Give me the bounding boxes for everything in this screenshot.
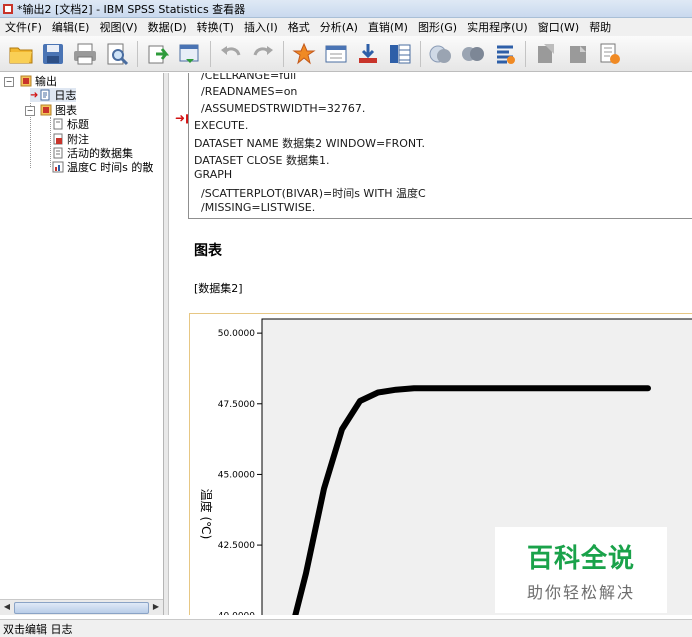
toolbar-separator bbox=[283, 40, 284, 67]
outline-item-log[interactable]: ➜ 日志 bbox=[30, 88, 77, 102]
dataset-label: [数据集2] bbox=[194, 282, 243, 295]
log-syntax-box[interactable]: /CELLRANGE=full /READNAMES=on /ASSUMEDST… bbox=[188, 73, 692, 219]
notes-icon bbox=[53, 133, 63, 145]
insert-table-icon[interactable] bbox=[385, 39, 415, 69]
y-tick-label: 47.5000 bbox=[218, 400, 255, 410]
syntax-line: /ASSUMEDSTRWIDTH=32767. bbox=[201, 102, 366, 115]
toolbar-separator bbox=[525, 40, 526, 67]
outline-item-output[interactable]: 输出 bbox=[20, 74, 57, 88]
status-text: 双击编辑 日志 bbox=[3, 622, 73, 636]
designate-window-icon[interactable] bbox=[426, 39, 456, 69]
dataset-doc-icon bbox=[53, 147, 63, 159]
menu-analyze[interactable]: 分析(A) bbox=[315, 19, 363, 35]
syntax-line: DATASET CLOSE 数据集1. bbox=[194, 154, 330, 167]
menu-graphs[interactable]: 图形(G) bbox=[413, 19, 462, 35]
menu-format[interactable]: 格式 bbox=[283, 19, 315, 35]
outline-item-active-dataset[interactable]: 活动的数据集 bbox=[52, 146, 133, 160]
outline-label-scatterplot: 温度C 时间s 的散 bbox=[67, 161, 154, 174]
syntax-line: /READNAMES=on bbox=[201, 85, 298, 98]
syntax-line: GRAPH bbox=[194, 168, 233, 181]
outline-item-scatterplot[interactable]: 温度C 时间s 的散 bbox=[52, 160, 153, 174]
status-bar: 双击编辑 日志 bbox=[0, 619, 692, 637]
output-book-icon bbox=[20, 75, 32, 87]
goto-data-icon[interactable] bbox=[289, 39, 319, 69]
variables-icon[interactable] bbox=[353, 39, 383, 69]
save-icon[interactable] bbox=[38, 39, 68, 69]
current-arrow-icon: ➜ bbox=[30, 89, 39, 101]
promote-icon[interactable] bbox=[531, 39, 561, 69]
watermark-title: 百科全说 bbox=[526, 543, 635, 574]
menu-help[interactable]: 帮助 bbox=[584, 19, 616, 35]
menu-edit[interactable]: 编辑(E) bbox=[47, 19, 95, 35]
section-title: 图表 bbox=[194, 243, 222, 259]
print-icon[interactable] bbox=[70, 39, 100, 69]
menu-transform[interactable]: 转换(T) bbox=[192, 19, 239, 35]
goto-case-icon[interactable] bbox=[321, 39, 351, 69]
toolbar-separator bbox=[137, 40, 138, 67]
redo-icon[interactable] bbox=[248, 39, 278, 69]
export-icon[interactable] bbox=[143, 39, 173, 69]
outline-horizontal-scrollbar[interactable]: ◀ ▶ bbox=[0, 599, 163, 615]
demote-icon[interactable] bbox=[563, 39, 593, 69]
menu-insert[interactable]: 插入(I) bbox=[239, 19, 283, 35]
insert-heading-icon[interactable] bbox=[595, 39, 625, 69]
y-tick-label: 50.0000 bbox=[218, 329, 255, 339]
open-folder-icon[interactable] bbox=[6, 39, 36, 69]
spss-app-icon bbox=[3, 3, 13, 14]
scrollbar-thumb[interactable] bbox=[14, 602, 149, 614]
y-axis-label: 温度 (℃) bbox=[199, 489, 214, 540]
show-hide-icon[interactable] bbox=[490, 39, 520, 69]
syntax-line: /MISSING=LISTWISE. bbox=[201, 201, 316, 214]
chart-icon bbox=[52, 161, 64, 173]
syntax-line: /SCATTERPLOT(BIVAR)=时间s WITH 温度C bbox=[201, 187, 426, 200]
menu-view[interactable]: 视图(V) bbox=[94, 19, 142, 35]
title-doc-icon bbox=[53, 118, 63, 130]
y-tick-label: 45.0000 bbox=[218, 470, 255, 480]
outline-item-notes[interactable]: 附注 bbox=[52, 132, 89, 146]
syntax-line: DATASET NAME 数据集2 WINDOW=FRONT. bbox=[194, 137, 426, 150]
menu-utilities[interactable]: 实用程序(U) bbox=[462, 19, 533, 35]
syntax-line: EXECUTE. bbox=[194, 119, 249, 132]
toolbar-separator bbox=[210, 40, 211, 67]
print-preview-icon[interactable] bbox=[102, 39, 132, 69]
chart-group-book-icon bbox=[40, 104, 52, 116]
scroll-right-arrow-icon[interactable]: ▶ bbox=[150, 601, 162, 613]
toolbar bbox=[0, 36, 692, 72]
expander-minus-icon[interactable]: − bbox=[4, 77, 14, 87]
outline-item-chart-group[interactable]: 图表 bbox=[40, 103, 77, 117]
y-tick-label: 40.0000 bbox=[218, 612, 255, 615]
scroll-left-arrow-icon[interactable]: ◀ bbox=[1, 601, 13, 613]
undo-icon[interactable] bbox=[216, 39, 246, 69]
outline-item-title[interactable]: 标题 bbox=[52, 117, 89, 131]
select-last-output-icon[interactable] bbox=[458, 39, 488, 69]
outline-pane: − 输出 ➜ 日志 − 图表 标题 附注 活动的数据集 温度C 时间s 的散 ◀… bbox=[0, 73, 164, 615]
window-title: *输出2 [文档2] - IBM SPSS Statistics 查看器 bbox=[17, 2, 246, 16]
menu-data[interactable]: 数据(D) bbox=[143, 19, 192, 35]
outline-label-title: 标题 bbox=[67, 118, 89, 131]
watermark: 百科全说 助你轻松解决 bbox=[495, 527, 667, 613]
watermark-subtitle: 助你轻松解决 bbox=[526, 582, 635, 602]
expander-minus-icon[interactable]: − bbox=[25, 106, 35, 116]
outline-label-log: 日志 bbox=[54, 89, 77, 102]
dialog-recall-icon[interactable] bbox=[175, 39, 205, 69]
title-bar: *输出2 [文档2] - IBM SPSS Statistics 查看器 bbox=[0, 0, 692, 18]
toolbar-separator bbox=[420, 40, 421, 67]
y-tick-label: 42.5000 bbox=[218, 541, 255, 551]
syntax-line: /CELLRANGE=full bbox=[201, 73, 297, 82]
menu-bar: 文件(F) 编辑(E) 视图(V) 数据(D) 转换(T) 插入(I) 格式 分… bbox=[0, 18, 692, 36]
menu-direct-marketing[interactable]: 直销(M) bbox=[363, 19, 413, 35]
menu-file[interactable]: 文件(F) bbox=[0, 19, 47, 35]
menu-window[interactable]: 窗口(W) bbox=[533, 19, 584, 35]
log-icon bbox=[40, 89, 50, 101]
